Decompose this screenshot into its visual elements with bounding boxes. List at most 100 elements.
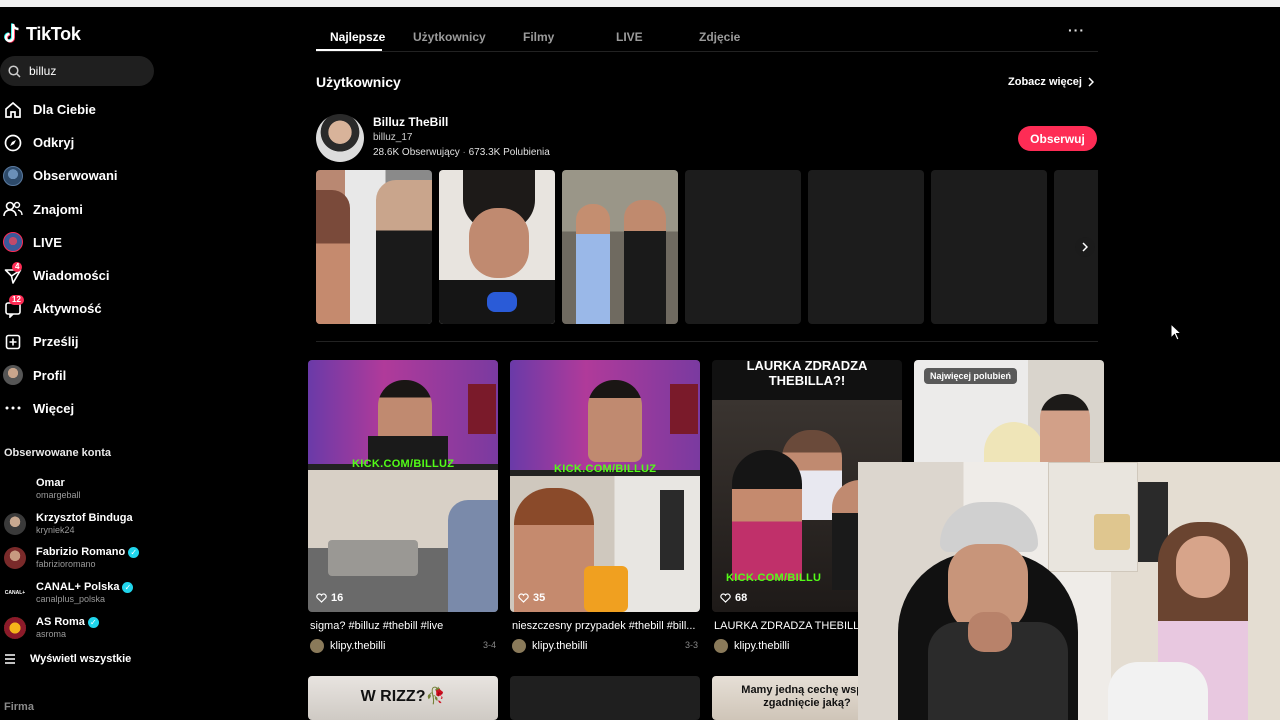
user-avatar[interactable] bbox=[316, 114, 364, 162]
canal-plus-logo: CANAL+ bbox=[4, 582, 26, 605]
friends-icon bbox=[3, 199, 23, 219]
tabs-more-icon[interactable]: ··· bbox=[1068, 22, 1085, 38]
account-handle: canalplus_polska bbox=[36, 594, 106, 605]
thumbnails-next-button[interactable] bbox=[1075, 237, 1095, 257]
user-stats: 28.6K Obserwujący · 673.3K Polubienia bbox=[373, 147, 550, 158]
avatar bbox=[4, 512, 26, 535]
webcam-overlay bbox=[858, 462, 1280, 720]
video-title[interactable]: nieszczesny przypadek #thebill #bill... bbox=[512, 620, 700, 632]
account-name: CANAL+ Polska ✓ bbox=[36, 581, 134, 594]
tiktok-logo[interactable]: TikTok bbox=[4, 23, 81, 45]
nav-item-upload[interactable]: Prześlij bbox=[0, 325, 160, 358]
author-avatar bbox=[512, 639, 526, 653]
video-card[interactable]: Najwięcej polubień bbox=[914, 360, 1104, 470]
nav-item-live[interactable]: LIVE bbox=[0, 226, 160, 259]
tab-users[interactable]: Użytkownicy bbox=[413, 30, 486, 44]
tab-live[interactable]: LIVE bbox=[616, 30, 643, 44]
sidebar: TikTok billuz Dla Ciebie Odkryj Obserwow… bbox=[0, 7, 160, 720]
avatar bbox=[4, 478, 26, 501]
compass-icon bbox=[3, 133, 23, 153]
users-section-title: Użytkownicy bbox=[316, 74, 401, 90]
mouse-cursor-icon bbox=[1170, 323, 1182, 341]
account-name-text: CANAL+ Polska bbox=[36, 581, 120, 594]
video-thumbnail[interactable] bbox=[562, 170, 678, 324]
video-author[interactable]: klipy.thebilli bbox=[714, 639, 789, 653]
nav-label: Profil bbox=[33, 367, 67, 383]
video-thumbnail[interactable]: KICK.COM/BILLUZ bbox=[510, 360, 700, 612]
like-count-value: 35 bbox=[533, 592, 546, 604]
video-date: 3-3 bbox=[684, 640, 698, 650]
followed-account[interactable]: CANAL+ CANAL+ Polska ✓ canalplus_polska bbox=[4, 576, 160, 611]
show-all-label: Wyświetl wszystkie bbox=[30, 653, 132, 665]
video-thumbnail[interactable]: W RIZZ?🥀 bbox=[308, 676, 498, 720]
nav-item-following[interactable]: Obserwowani bbox=[0, 159, 160, 192]
nav-item-friends[interactable]: Znajomi bbox=[0, 193, 160, 226]
video-author[interactable]: klipy.thebilli bbox=[310, 639, 385, 653]
video-thumbnail[interactable] bbox=[316, 170, 432, 324]
user-handle: billuz_17 bbox=[373, 132, 413, 143]
nav-item-explore[interactable]: Odkryj bbox=[0, 126, 160, 159]
live-icon bbox=[3, 232, 23, 253]
tiktok-note-icon bbox=[4, 23, 19, 43]
nav-label: Więcej bbox=[33, 400, 75, 416]
heart-outline-icon bbox=[720, 593, 731, 603]
nav-item-more[interactable]: Więcej bbox=[0, 392, 160, 425]
video-date: 3-4 bbox=[482, 640, 496, 650]
account-name: Fabrizio Romano ✓ bbox=[36, 546, 140, 559]
footer-company-link[interactable]: Firma bbox=[4, 701, 34, 713]
followed-account[interactable]: Fabrizio Romano ✓ fabrizioromano bbox=[4, 541, 160, 576]
nav-item-profile[interactable]: Profil bbox=[0, 359, 160, 392]
account-name: Omar bbox=[36, 477, 65, 490]
nav-item-activity[interactable]: 12 Aktywność bbox=[0, 292, 160, 325]
followers-count: 28.6K Obserwujący bbox=[373, 147, 460, 158]
kick-overlay-text: KICK.COM/BILLUZ bbox=[554, 463, 657, 475]
video-thumbnail[interactable]: KICK.COM/BILLUZ bbox=[308, 360, 498, 612]
video-card[interactable] bbox=[510, 676, 700, 720]
video-title[interactable]: sigma? #billuz #thebill #live bbox=[310, 620, 498, 632]
tab-photos[interactable]: Zdjęcie bbox=[699, 30, 740, 44]
search-input[interactable]: billuz bbox=[0, 56, 154, 86]
verified-icon: ✓ bbox=[87, 616, 99, 628]
show-all-accounts-button[interactable]: Wyświetl wszystkie bbox=[4, 653, 131, 665]
user-name[interactable]: Billuz TheBill bbox=[373, 115, 448, 129]
video-thumbnail-placeholder[interactable] bbox=[685, 170, 801, 324]
upload-icon bbox=[3, 332, 23, 352]
heart-outline-icon bbox=[518, 593, 529, 603]
video-thumbnail[interactable] bbox=[439, 170, 555, 324]
like-count: 68 bbox=[720, 592, 747, 604]
verified-icon: ✓ bbox=[122, 582, 134, 594]
nav-label: Znajomi bbox=[33, 201, 83, 217]
account-name-text: Fabrizio Romano bbox=[36, 546, 126, 559]
author-avatar bbox=[310, 639, 324, 653]
browser-top-edge bbox=[0, 0, 1280, 7]
nav-item-for-you[interactable]: Dla Ciebie bbox=[0, 93, 160, 126]
video-thumbnail-placeholder[interactable] bbox=[510, 676, 700, 720]
author-name: klipy.thebilli bbox=[734, 640, 790, 652]
nav-item-messages[interactable]: 4 Wiadomości bbox=[0, 259, 160, 292]
tab-top[interactable]: Najlepsze bbox=[330, 30, 385, 44]
chevron-right-icon bbox=[1082, 242, 1088, 252]
video-card[interactable]: W RIZZ?🥀 bbox=[308, 676, 498, 720]
nav-label: Dla Ciebie bbox=[33, 102, 96, 118]
activity-badge: 12 bbox=[9, 295, 24, 306]
video-card[interactable]: KICK.COM/BILLUZ 35 nieszczesny przypadek… bbox=[510, 360, 700, 660]
followed-account[interactable]: Omar omargeball bbox=[4, 472, 160, 507]
video-card[interactable]: KICK.COM/BILLUZ 16 sigma? #billuz #thebi… bbox=[308, 360, 498, 660]
see-more-link[interactable]: Zobacz więcej bbox=[1008, 76, 1094, 88]
like-count-value: 68 bbox=[735, 592, 748, 604]
video-thumbnail[interactable]: Najwięcej polubień bbox=[914, 360, 1104, 470]
video-thumbnail-placeholder[interactable] bbox=[931, 170, 1047, 324]
video-author[interactable]: klipy.thebilli bbox=[512, 639, 587, 653]
avatar-icon bbox=[3, 165, 23, 186]
nav-label: Odkryj bbox=[33, 135, 75, 151]
kick-overlay-text: KICK.COM/BILLUZ bbox=[352, 458, 455, 470]
account-handle: asroma bbox=[36, 628, 67, 639]
tab-videos[interactable]: Filmy bbox=[523, 30, 554, 44]
followed-account[interactable]: Krzysztof Binduga kryniek24 bbox=[4, 507, 160, 542]
video-thumbnail-placeholder[interactable] bbox=[808, 170, 924, 324]
followed-account[interactable]: AS Roma ✓ asroma bbox=[4, 610, 160, 645]
author-name: klipy.thebilli bbox=[330, 640, 386, 652]
video-overlay-text: W RIZZ?🥀 bbox=[360, 688, 446, 705]
follow-button[interactable]: Obserwuj bbox=[1018, 126, 1097, 151]
list-icon bbox=[5, 654, 15, 664]
